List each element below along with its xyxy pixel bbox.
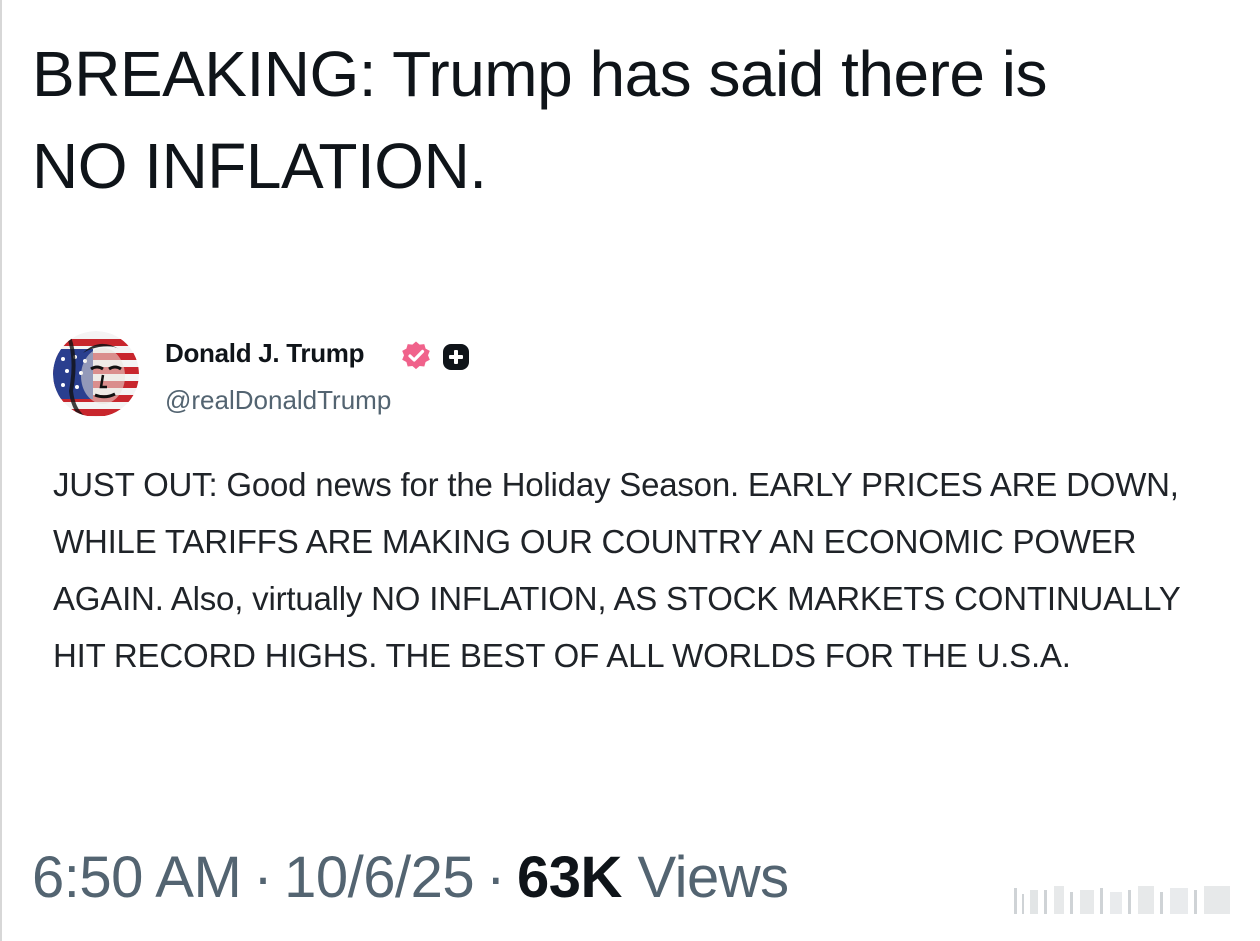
- headline-line-1: BREAKING: Trump has said there is: [32, 38, 1048, 110]
- frame-border: [0, 0, 2, 941]
- headline: BREAKING: Trump has said there is NO INF…: [32, 28, 1232, 212]
- post-body: JUST OUT: Good news for the Holiday Seas…: [53, 466, 1180, 674]
- post-meta: 6:50 AM · 10/6/25 · 63K Views: [32, 842, 789, 914]
- views-label: Views: [637, 845, 790, 910]
- headline-line-2: NO INFLATION.: [32, 130, 487, 202]
- verified-badge-icon: [402, 341, 430, 370]
- author-handle[interactable]: @realDonaldTrump: [165, 385, 391, 416]
- meta-separator: ·: [253, 845, 273, 910]
- follow-plus-icon[interactable]: [442, 343, 470, 371]
- author-name[interactable]: Donald J. Trump: [165, 338, 364, 369]
- views-count: 63K: [516, 845, 622, 910]
- watermark-icon: [1014, 886, 1230, 914]
- avatar-image: [53, 331, 139, 417]
- avatar[interactable]: [53, 331, 139, 417]
- post-date[interactable]: 10/6/25: [284, 845, 475, 910]
- meta-separator: ·: [486, 845, 505, 910]
- post-time[interactable]: 6:50 AM: [32, 845, 242, 910]
